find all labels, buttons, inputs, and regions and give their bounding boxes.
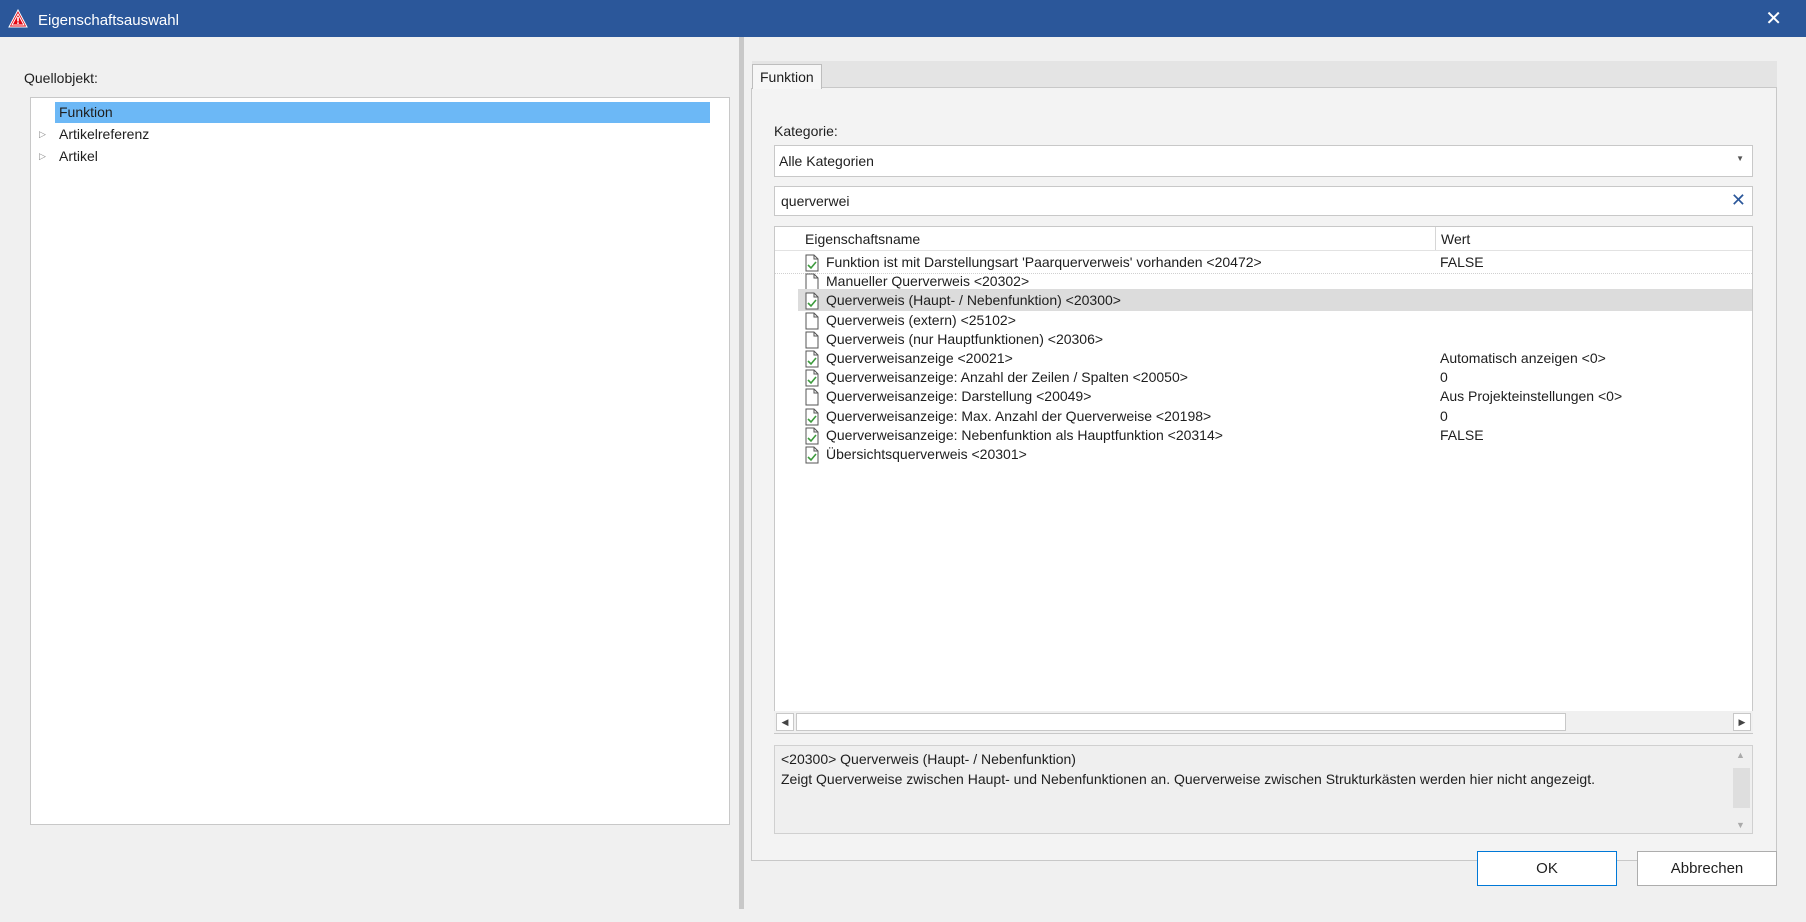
column-header-name[interactable]: Eigenschaftsname [805,231,920,247]
tree-item-label: Artikelreferenz [59,126,150,142]
search-input[interactable]: querverwei ✕ [774,186,1753,216]
description-scrollbar[interactable]: ▲ ▼ [1733,748,1750,832]
table-row[interactable]: Übersichtsquerverweis <20301> [775,443,1752,465]
source-label: Quellobjekt: [24,70,98,86]
search-value: querverwei [781,193,850,209]
description-text: Zeigt Querverweise zwischen Haupt- und N… [781,771,1595,787]
warning-triangle-icon [8,9,28,28]
expand-arrow-icon[interactable]: ▷ [39,146,46,167]
tree-item-label: Funktion [55,102,710,123]
scrollbar-track[interactable] [1733,768,1750,808]
tree-item-artikel[interactable]: ▷ Artikel [31,146,721,167]
window-title: Eigenschaftsauswahl [38,12,179,29]
tab-strip [752,61,1777,88]
category-select[interactable]: Alle Kategorien ▼ [774,145,1753,177]
column-header-value[interactable]: Wert [1441,231,1470,247]
scroll-right-icon[interactable]: ▶ [1733,713,1751,731]
property-grid[interactable]: Eigenschaftsname Wert Funktion ist mit D… [774,226,1753,734]
scroll-up-icon[interactable]: ▲ [1736,750,1745,760]
panel-splitter[interactable] [739,37,744,909]
expand-arrow-icon[interactable]: ▷ [39,124,46,145]
tab-funktion[interactable]: Funktion [752,64,822,89]
close-icon[interactable]: ✕ [1765,6,1782,31]
description-panel: <20300> Querverweis (Haupt- / Nebenfunkt… [774,745,1753,834]
tree-item-artikelreferenz[interactable]: ▷ Artikelreferenz [31,124,721,145]
ok-button[interactable]: OK [1477,851,1617,886]
scroll-down-icon[interactable]: ▼ [1736,820,1745,830]
chevron-down-icon: ▼ [1736,154,1744,163]
property-name: Übersichtsquerverweis <20301> [826,446,1027,462]
clear-search-icon[interactable]: ✕ [1731,190,1746,211]
scroll-left-icon[interactable]: ◀ [776,713,794,731]
document-check-icon [804,446,820,464]
tree-item-funktion[interactable]: Funktion [31,102,721,123]
tree-item-label: Artikel [59,148,98,164]
scrollbar-thumb[interactable] [796,713,1566,731]
category-label: Kategorie: [774,123,838,139]
cancel-button[interactable]: Abbrechen [1637,851,1777,886]
dialog-body: Quellobjekt: Funktion ▷ Artikelreferenz … [0,37,1806,922]
category-value: Alle Kategorien [779,153,874,169]
column-divider[interactable] [1435,227,1436,250]
horizontal-scrollbar[interactable]: ◀ ▶ [774,711,1753,733]
grid-header: Eigenschaftsname Wert [775,227,1752,251]
source-tree[interactable]: Funktion ▷ Artikelreferenz ▷ Artikel [30,97,730,825]
title-bar: Eigenschaftsauswahl ✕ [0,0,1806,37]
description-title: <20300> Querverweis (Haupt- / Nebenfunkt… [781,751,1076,767]
